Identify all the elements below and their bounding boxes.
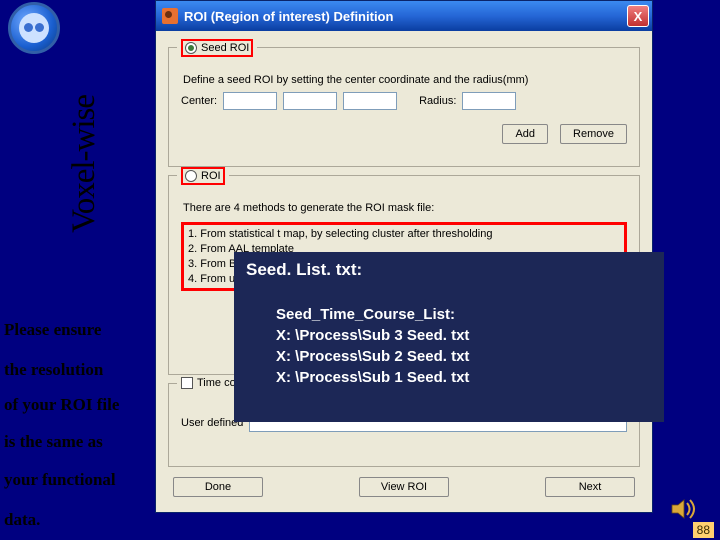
seed-list-overlay: Seed. List. txt: Seed_Time_Course_List: … <box>234 252 664 422</box>
side-text-line: your functional <box>4 470 144 490</box>
titlebar[interactable]: ROI (Region of interest) Definition X <box>156 1 652 31</box>
side-text-line: the resolution <box>4 360 144 380</box>
seed-roi-legend-label: Seed ROI <box>201 42 249 54</box>
done-button[interactable]: Done <box>173 477 263 497</box>
vertical-title: Voxel-wise <box>68 95 98 233</box>
roi-radio[interactable] <box>185 170 197 182</box>
center-x-field[interactable] <box>223 92 277 110</box>
timecourse-checkbox[interactable] <box>181 377 193 389</box>
view-roi-button[interactable]: View ROI <box>359 477 449 497</box>
seed-roi-radio[interactable] <box>185 42 197 54</box>
seed-roi-description: Define a seed ROI by setting the center … <box>183 74 625 86</box>
roi-description: There are 4 methods to generate the ROI … <box>183 202 625 214</box>
side-text-line: Please ensure <box>4 320 144 340</box>
center-y-field[interactable] <box>283 92 337 110</box>
overlay-line: X: \Process\Sub 3 Seed. txt <box>276 325 652 346</box>
side-text-line: is the same as <box>4 432 144 452</box>
roi-method-line: 1. From statistical t map, by selecting … <box>188 227 620 242</box>
page-number: 88 <box>693 522 714 538</box>
close-button[interactable]: X <box>627 5 649 27</box>
brand-logo <box>8 2 60 54</box>
overlay-title: Seed. List. txt: <box>246 260 652 280</box>
seed-center-row: Center: Radius: <box>181 92 627 110</box>
seed-roi-radio-highlight: Seed ROI <box>181 39 253 57</box>
brand-logo-inner <box>19 13 49 43</box>
overlay-heading: Seed_Time_Course_List: <box>276 304 652 325</box>
side-text-line: of your ROI file <box>4 395 144 415</box>
radius-label: Radius: <box>419 95 456 107</box>
seed-roi-legend: Seed ROI <box>177 39 257 57</box>
overlay-body: Seed_Time_Course_List: X: \Process\Sub 3… <box>276 304 652 388</box>
roi-legend-label: ROI <box>201 170 221 182</box>
seed-roi-group: Seed ROI Define a seed ROI by setting th… <box>168 47 640 167</box>
seed-remove-button[interactable]: Remove <box>560 124 627 144</box>
app-icon <box>162 8 178 24</box>
next-button[interactable]: Next <box>545 477 635 497</box>
radius-field[interactable] <box>462 92 516 110</box>
dialog-button-row: Done View ROI Next <box>168 467 640 502</box>
overlay-line: X: \Process\Sub 2 Seed. txt <box>276 346 652 367</box>
speaker-icon <box>670 498 700 520</box>
side-text-line: data. <box>4 510 144 530</box>
overlay-line: X: \Process\Sub 1 Seed. txt <box>276 367 652 388</box>
roi-legend: ROI <box>177 167 229 185</box>
roi-radio-highlight: ROI <box>181 167 225 185</box>
center-label: Center: <box>181 95 217 107</box>
close-icon: X <box>634 9 643 24</box>
seed-add-button[interactable]: Add <box>502 124 548 144</box>
center-z-field[interactable] <box>343 92 397 110</box>
window-title: ROI (Region of interest) Definition <box>184 9 393 24</box>
